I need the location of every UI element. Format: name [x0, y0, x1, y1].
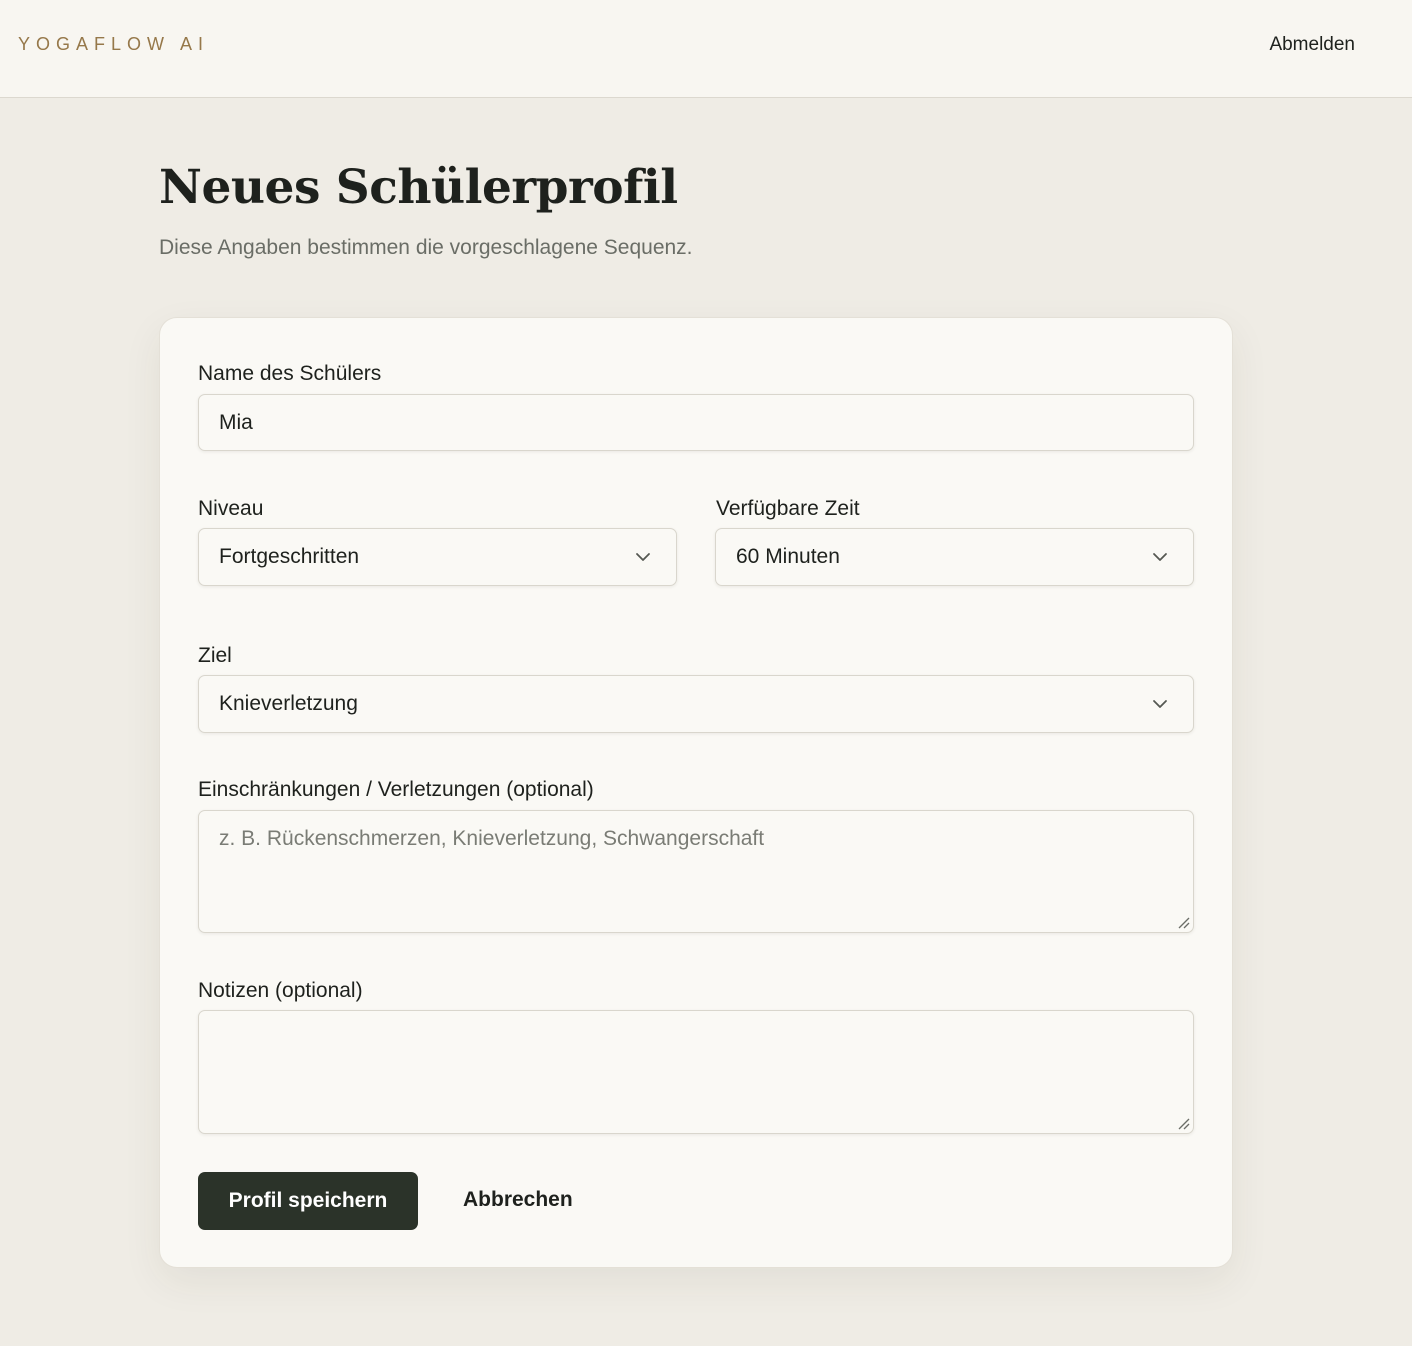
save-profile-button[interactable]: Profil speichern	[198, 1172, 418, 1230]
time-label: Verfügbare Zeit	[716, 497, 860, 520]
chevron-down-icon	[1153, 553, 1167, 561]
restrictions-textarea[interactable]: z. B. Rückenschmerzen, Knieverletzung, S…	[198, 810, 1194, 933]
chevron-down-icon	[636, 553, 650, 561]
notes-label: Notizen (optional)	[198, 979, 363, 1002]
student-name-value: Mia	[219, 410, 253, 434]
restrictions-placeholder: z. B. Rückenschmerzen, Knieverletzung, S…	[219, 827, 765, 850]
app-logo[interactable]: YOGAFLOW AI	[18, 34, 209, 55]
level-select[interactable]: Fortgeschritten	[198, 528, 677, 586]
page-title: Neues Schülerprofil	[159, 160, 678, 215]
cancel-button[interactable]: Abbrechen	[463, 1188, 573, 1212]
top-navigation-bar: YOGAFLOW AI Abmelden	[0, 0, 1412, 98]
restrictions-label: Einschränkungen / Verletzungen (optional…	[198, 778, 594, 801]
resize-handle-icon[interactable]	[1176, 1116, 1190, 1130]
resize-handle-icon[interactable]	[1176, 915, 1190, 929]
student-name-input[interactable]: Mia	[198, 394, 1194, 451]
goal-selected-value: Knieverletzung	[219, 692, 358, 715]
time-select[interactable]: 60 Minuten	[715, 528, 1194, 586]
time-selected-value: 60 Minuten	[736, 545, 840, 568]
level-selected-value: Fortgeschritten	[219, 545, 360, 568]
page-subtitle: Diese Angaben bestimmen die vorgeschlage…	[159, 236, 693, 259]
goal-label: Ziel	[198, 644, 232, 667]
goal-select[interactable]: Knieverletzung	[198, 675, 1194, 733]
name-label: Name des Schülers	[198, 362, 382, 385]
level-label: Niveau	[198, 497, 264, 520]
chevron-down-icon	[1153, 700, 1167, 708]
logout-link[interactable]: Abmelden	[1269, 34, 1355, 56]
notes-textarea[interactable]	[198, 1010, 1194, 1134]
